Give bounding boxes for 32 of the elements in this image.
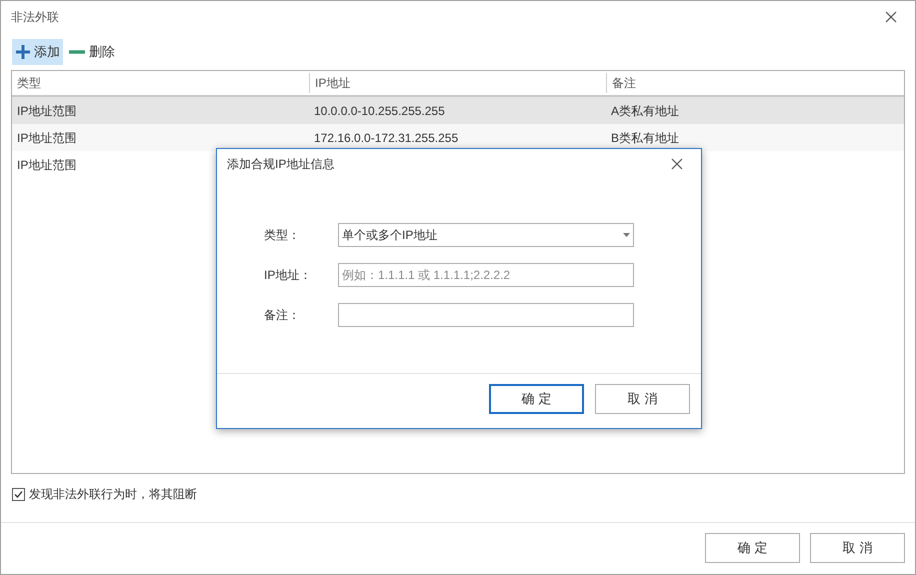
dialog-button[interactable]: 确 定 — [489, 384, 584, 414]
close-icon[interactable] — [671, 158, 683, 170]
checkbox[interactable] — [12, 488, 25, 500]
footer-button[interactable]: 确 定 — [705, 533, 800, 563]
table-cell-text: A类私有地址 — [611, 102, 680, 120]
table-row[interactable]: IP地址范围 10.0.0.0-10.255.255.255 A类私有地址 — [12, 97, 904, 124]
footer-button[interactable]: 取 消 — [810, 533, 905, 563]
add-button[interactable]: 添加 — [12, 39, 63, 65]
close-icon[interactable] — [885, 11, 897, 23]
table-cell-text: 172.16.0.0-172.31.255.255 — [314, 130, 458, 146]
table-cell-text: IP地址范围 — [17, 156, 76, 174]
column-header[interactable]: 类型 — [12, 71, 309, 95]
type-dropdown[interactable]: 单个或多个IP地址 — [338, 223, 634, 247]
field-label: IP地址： — [264, 267, 312, 284]
checkbox-label: 发现非法外联行为时，将其阻断 — [29, 486, 197, 503]
field-label: 备注： — [264, 307, 301, 324]
column-header[interactable]: 备注 — [606, 73, 904, 93]
table-row[interactable]: IP地址范围 172.16.0.0-172.31.255.255 B类私有地址 — [12, 124, 904, 151]
table-cell-text: IP地址范围 — [17, 102, 76, 120]
field-label: 类型： — [264, 227, 301, 244]
dialog-title: 添加合规IP地址信息 — [227, 156, 334, 173]
window-title: 非法外联 — [11, 9, 59, 26]
input-field[interactable]: 例如：1.1.1.1 或 1.1.1.1;2.2.2.2 — [338, 263, 634, 287]
table-cell-text: IP地址范围 — [17, 130, 76, 146]
delete-button[interactable]: 删除 — [65, 39, 118, 65]
plus-icon — [15, 44, 31, 60]
table-cell-text: B类私有地址 — [611, 130, 680, 146]
table-cell-text: 10.0.0.0-10.255.255.255 — [314, 102, 445, 120]
column-header[interactable]: IP地址 — [309, 73, 606, 93]
input-field[interactable] — [338, 303, 634, 327]
dialog-button[interactable]: 取 消 — [595, 384, 690, 414]
caret-icon — [623, 233, 630, 237]
